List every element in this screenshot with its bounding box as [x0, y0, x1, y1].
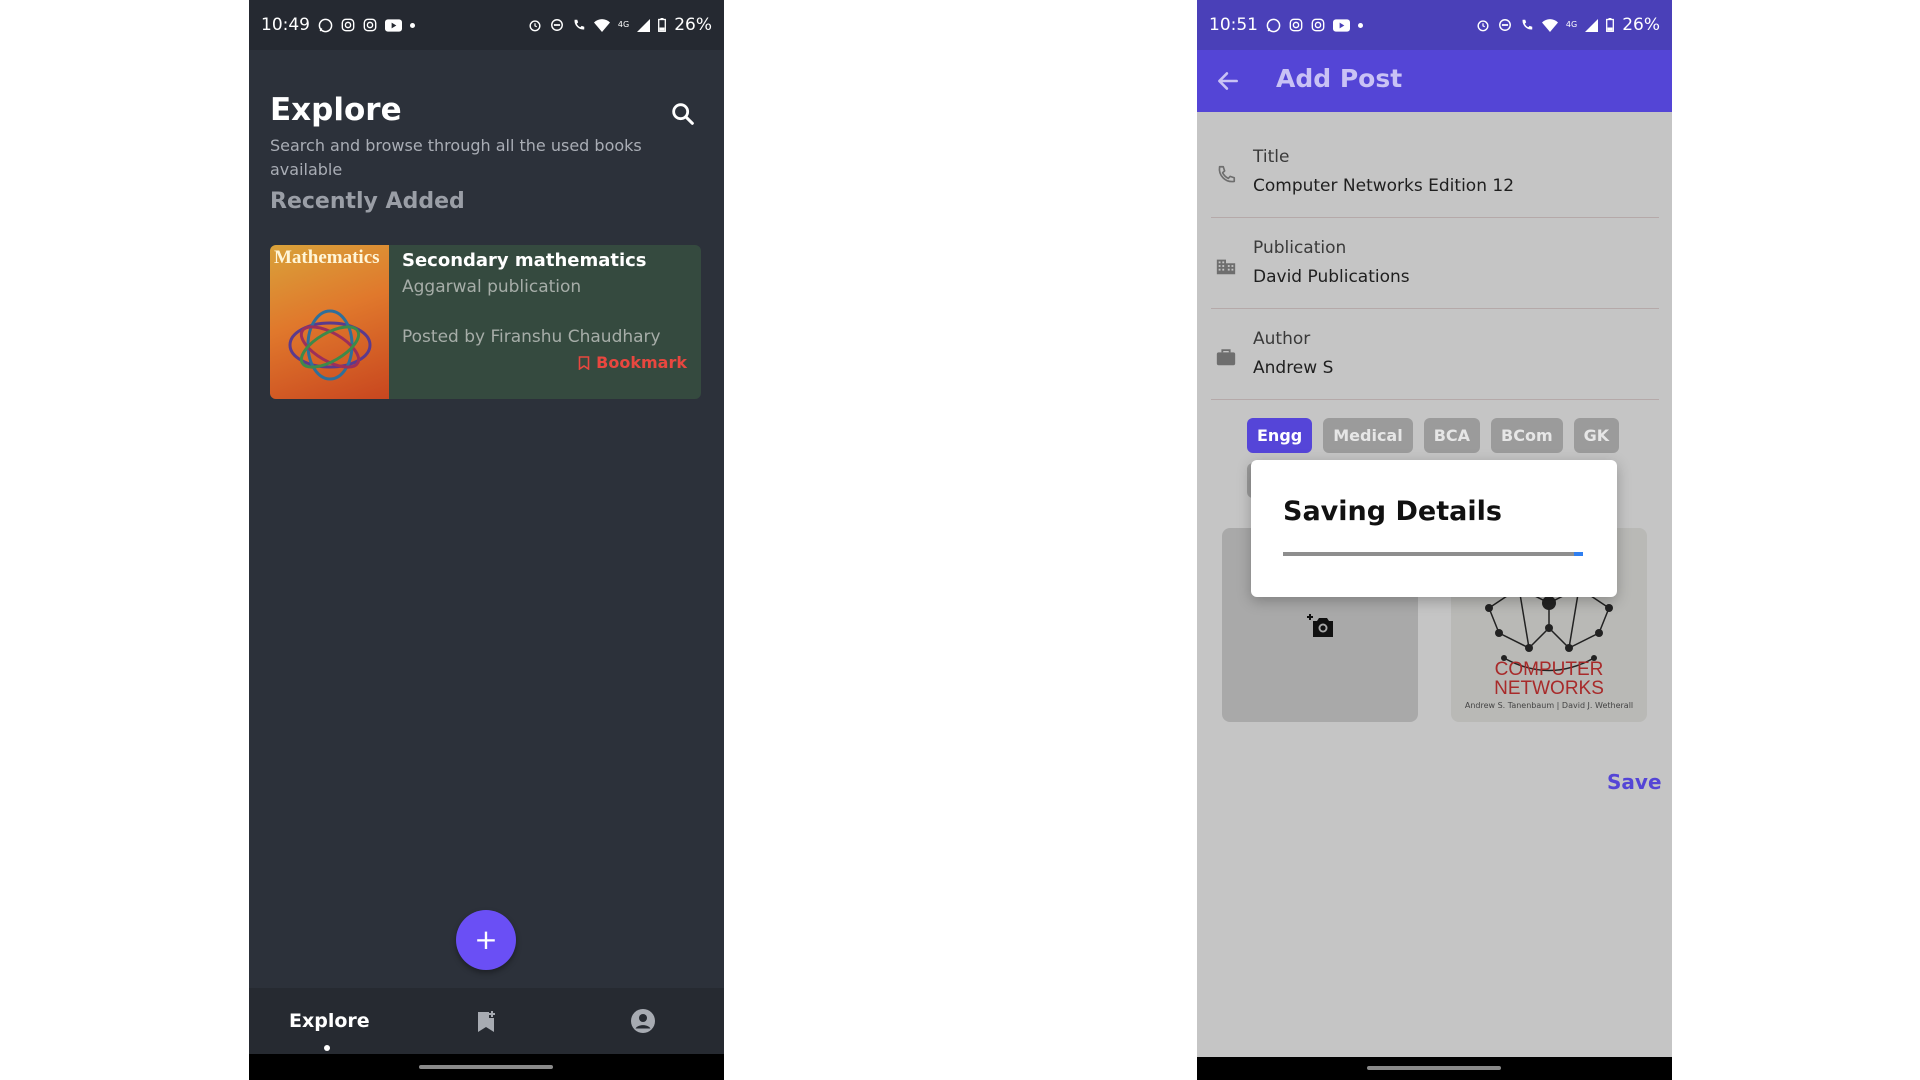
bookmark-label: Bookmark: [596, 353, 687, 372]
briefcase-icon: [1216, 349, 1236, 366]
dialog-title: Saving Details: [1283, 496, 1502, 527]
chip-bca[interactable]: BCA: [1423, 418, 1481, 453]
add-post-fab[interactable]: +: [456, 910, 516, 970]
dnd-icon: [1498, 19, 1511, 31]
bookmark-button[interactable]: Bookmark: [578, 353, 687, 372]
page-title: Explore: [270, 92, 402, 128]
network-type: 4G: [1565, 20, 1578, 29]
field-value: David Publications: [1253, 267, 1410, 287]
instagram-icon: [363, 18, 377, 32]
youtube-icon: [385, 18, 402, 32]
bookmark-border-icon: [578, 355, 590, 370]
field-label: Publication: [1253, 238, 1347, 258]
field-value: Andrew S: [1253, 358, 1334, 378]
book-publisher: Aggarwal publication: [402, 277, 582, 297]
cover-title: Mathematics: [274, 247, 380, 268]
home-indicator[interactable]: [1367, 1066, 1501, 1070]
account-circle-icon[interactable]: [630, 1008, 656, 1034]
chip-bcom[interactable]: BCom: [1491, 418, 1563, 453]
category-chips: Engg Medical BCA BCom GK: [1247, 418, 1620, 453]
battery-percent: 26%: [674, 15, 712, 35]
youtube-icon: [1333, 18, 1350, 32]
business-icon: [1216, 259, 1236, 275]
network-type: 4G: [617, 20, 630, 29]
add-post-screen: 10:51 4G 26% Add Post Title Computer Net…: [1197, 0, 1672, 1080]
progress-bar-fill: [1574, 552, 1583, 556]
status-bar: 10:49 4G 26%: [249, 0, 724, 50]
battery-icon: [1606, 18, 1615, 32]
alarm-icon: [1477, 20, 1489, 32]
chip-engg[interactable]: Engg: [1247, 418, 1313, 453]
add-a-photo-icon: [1307, 614, 1333, 637]
author-field[interactable]: Author Andrew S: [1211, 309, 1659, 400]
title-field[interactable]: Title Computer Networks Edition 12: [1211, 127, 1659, 218]
publication-field[interactable]: Publication David Publications: [1211, 218, 1659, 309]
plus-icon: +: [474, 923, 498, 956]
explore-screen: 10:49 4G 26% Explore Search and browse t…: [249, 0, 724, 1080]
phone-icon: [1218, 165, 1236, 183]
field-label: Title: [1253, 147, 1290, 167]
battery-icon: [658, 18, 667, 32]
bottom-navigation: Explore: [249, 988, 724, 1054]
cover-artwork: [288, 309, 372, 381]
status-time: 10:51: [1209, 15, 1258, 35]
save-button[interactable]: Save: [1607, 770, 1662, 794]
gesture-bar: [249, 1054, 724, 1080]
app-bar: Add Post: [1197, 50, 1672, 112]
page-subtitle: Search and browse through all the used b…: [270, 136, 642, 179]
book-cover-authors: Andrew S. Tanenbaum | David J. Wetherall: [1464, 701, 1634, 710]
wifi-icon: [1541, 18, 1558, 32]
notification-dot: [1358, 22, 1363, 28]
field-label: Author: [1253, 329, 1311, 349]
nav-tab-explore[interactable]: Explore: [289, 1010, 370, 1032]
whatsapp-icon: [1266, 18, 1281, 32]
notification-dot: [410, 22, 415, 28]
book-posted-by: Posted by Firanshu Chaudhary: [402, 327, 661, 347]
book-card[interactable]: Mathematics Secondary mathematics Aggarw…: [270, 245, 701, 399]
status-bar: 10:51 4G 26%: [1197, 0, 1672, 50]
wifi-icon: [593, 18, 610, 32]
bookmark-add-icon[interactable]: [475, 1010, 497, 1034]
book-title: Secondary mathematics: [402, 250, 647, 271]
battery-percent: 26%: [1622, 15, 1660, 35]
section-title: Recently Added: [270, 189, 465, 214]
book-cover-title: COMPUTER NETWORKS: [1451, 660, 1647, 698]
instagram-icon: [1289, 18, 1303, 32]
alarm-icon: [529, 20, 541, 32]
whatsapp-icon: [318, 18, 333, 32]
book-cover-title-line1: COMPUTER: [1494, 659, 1604, 680]
book-cover-title-line2: NETWORKS: [1494, 678, 1604, 699]
progress-bar: [1283, 552, 1583, 556]
status-time: 10:49: [261, 15, 310, 35]
call-icon: [574, 19, 585, 30]
page-title: Add Post: [1276, 64, 1403, 93]
gesture-bar: [1197, 1057, 1672, 1080]
chip-gk[interactable]: GK: [1573, 418, 1620, 453]
signal-icon: [1585, 18, 1599, 32]
book-cover-image: Mathematics: [270, 245, 389, 399]
home-indicator[interactable]: [419, 1065, 553, 1069]
signal-icon: [637, 18, 651, 32]
field-value: Computer Networks Edition 12: [1253, 176, 1515, 196]
instagram-icon: [1311, 18, 1325, 32]
dnd-icon: [550, 19, 563, 31]
chip-medical[interactable]: Medical: [1323, 418, 1413, 453]
instagram-icon: [341, 18, 355, 32]
search-icon[interactable]: [669, 100, 697, 128]
arrow-back-icon[interactable]: [1215, 68, 1241, 94]
nav-active-indicator: [324, 1045, 330, 1051]
screenshot-canvas: 10:49 4G 26% Explore Search and browse t…: [0, 0, 1920, 1080]
saving-dialog: Saving Details: [1251, 460, 1617, 597]
call-icon: [1522, 19, 1533, 30]
